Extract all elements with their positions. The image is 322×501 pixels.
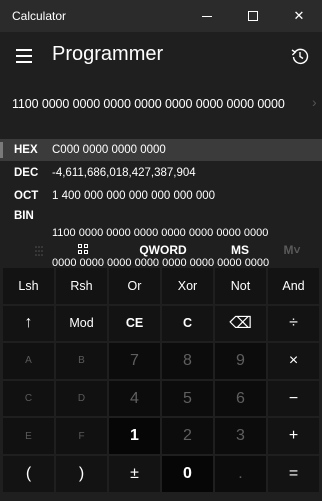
hex-b-button[interactable]: B xyxy=(56,343,107,379)
bit-toggle-dots-icon[interactable] xyxy=(34,244,44,256)
close-icon: ✕ xyxy=(293,8,305,24)
hex-e-button[interactable]: E xyxy=(3,418,54,454)
full-keypad-icon xyxy=(78,244,90,256)
radix-label-oct: OCT xyxy=(14,190,39,202)
history-icon[interactable] xyxy=(286,42,314,70)
minimize-icon xyxy=(202,15,212,17)
hex-a-button[interactable]: A xyxy=(3,343,54,379)
clear-button[interactable]: C xyxy=(162,305,213,342)
left-paren-button[interactable]: ( xyxy=(3,455,54,492)
digit-6-button[interactable]: 6 xyxy=(215,380,266,417)
digit-4-button[interactable]: 4 xyxy=(109,380,160,417)
or-button[interactable]: Or xyxy=(109,268,160,304)
main-display-value: 1100 0000 0000 0000 0000 0000 0000 0000 … xyxy=(12,97,285,111)
divide-button[interactable]: ÷ xyxy=(268,305,319,342)
radix-row-oct[interactable]: OCT 1 400 000 000 000 000 000 000 xyxy=(0,185,322,207)
hex-c-button[interactable]: C xyxy=(3,380,54,417)
radix-value-dec: -4,611,686,018,427,387,904 xyxy=(52,167,196,179)
right-paren-button[interactable]: ) xyxy=(56,455,107,492)
radix-value-oct: 1 400 000 000 000 000 000 000 xyxy=(52,190,216,202)
digit-1-button[interactable]: 1 xyxy=(109,418,160,454)
radix-label-dec: DEC xyxy=(14,167,39,179)
hamburger-menu-icon[interactable] xyxy=(8,40,40,72)
radix-label-hex: HEX xyxy=(14,144,38,156)
memory-recall-button[interactable]: M˅ xyxy=(266,238,318,262)
equals-button[interactable]: = xyxy=(268,455,319,492)
digit-0-button[interactable]: 0 xyxy=(162,455,213,492)
plus-button[interactable]: + xyxy=(268,418,319,454)
mod-button[interactable]: Mod xyxy=(56,305,107,342)
digit-3-button[interactable]: 3 xyxy=(215,418,266,454)
digit-7-button[interactable]: 7 xyxy=(109,343,160,379)
xor-button[interactable]: Xor xyxy=(162,268,213,304)
minimize-button[interactable] xyxy=(184,0,230,32)
clear-entry-button[interactable]: CE xyxy=(109,305,160,342)
decimal-button[interactable]: . xyxy=(215,455,266,492)
full-keypad-button[interactable] xyxy=(58,238,110,262)
hex-f-button[interactable]: F xyxy=(56,418,107,454)
digit-2-button[interactable]: 2 xyxy=(162,418,213,454)
scroll-right-chevron-icon[interactable]: › xyxy=(312,94,317,110)
multiply-button[interactable]: × xyxy=(268,343,319,379)
app-title: Calculator xyxy=(12,9,67,23)
digit-9-button[interactable]: 9 xyxy=(215,343,266,379)
hex-d-button[interactable]: D xyxy=(56,380,107,417)
word-size-button[interactable]: QWORD xyxy=(120,238,206,262)
rsh-button[interactable]: Rsh xyxy=(56,268,107,304)
close-button[interactable]: ✕ xyxy=(276,0,322,32)
radix-row-bin[interactable]: BIN 1100 0000 0000 0000 0000 0000 0000 0… xyxy=(0,205,322,269)
radix-row-hex[interactable]: HEX C000 0000 0000 0000 xyxy=(0,139,322,161)
toolbar: QWORD MS M˅ xyxy=(0,238,322,262)
radix-label-bin: BIN xyxy=(14,210,34,222)
memory-store-button[interactable]: MS xyxy=(214,238,266,262)
bin-value-line-1: 1100 0000 0000 0000 0000 0000 0000 0000 xyxy=(52,227,269,239)
binary-display-area: 1100 0000 0000 0000 0000 0000 0000 0000 … xyxy=(0,80,322,136)
digit-5-button[interactable]: 5 xyxy=(162,380,213,417)
minus-button[interactable]: − xyxy=(268,380,319,417)
shift-up-button[interactable]: ↑ xyxy=(3,305,54,342)
keypad: Lsh Rsh Or Xor Not And ↑ Mod CE C ⌫ ÷ A … xyxy=(3,268,320,498)
mode-title: Programmer xyxy=(52,43,164,65)
lsh-button[interactable]: Lsh xyxy=(3,268,54,304)
radix-value-hex: C000 0000 0000 0000 xyxy=(52,144,166,156)
title-bar: Calculator ✕ xyxy=(0,0,322,32)
not-button[interactable]: Not xyxy=(215,268,266,304)
and-button[interactable]: And xyxy=(268,268,319,304)
negate-button[interactable]: ± xyxy=(109,455,160,492)
digit-8-button[interactable]: 8 xyxy=(162,343,213,379)
backspace-button[interactable]: ⌫ xyxy=(215,305,266,342)
maximize-icon xyxy=(248,11,258,21)
header: Programmer xyxy=(0,32,322,80)
radix-row-dec[interactable]: DEC -4,611,686,018,427,387,904 xyxy=(0,162,322,184)
maximize-button[interactable] xyxy=(230,0,276,32)
